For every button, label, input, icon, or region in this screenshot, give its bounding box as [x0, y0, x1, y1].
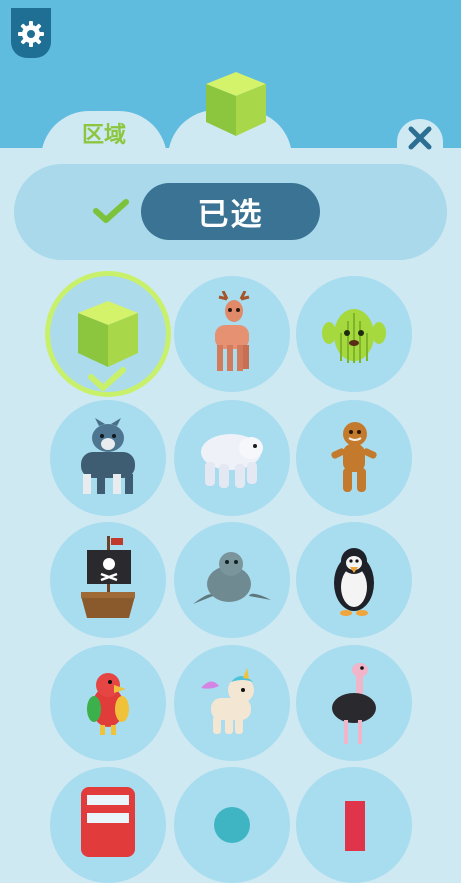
skin-item-bus[interactable]: [50, 767, 166, 883]
green-cube-icon: [206, 72, 266, 136]
wolf-icon: [81, 418, 135, 494]
skin-item-wolf[interactable]: [50, 400, 166, 516]
deer-icon: [215, 291, 250, 371]
polar-bear-icon: [201, 434, 263, 488]
skin-item-penguin[interactable]: [296, 522, 412, 638]
selected-check-icon: [88, 367, 126, 391]
red-bus-icon: [81, 787, 135, 857]
skin-item-cactus[interactable]: [296, 276, 412, 392]
tab-region-label: 区域: [81, 123, 126, 148]
skin-item-deer[interactable]: [174, 276, 290, 392]
seal-icon: [193, 552, 271, 604]
ostrich-icon: [332, 663, 376, 744]
red-block-icon: [345, 801, 365, 851]
skin-item-ostrich[interactable]: [296, 645, 412, 761]
skin-item-pirate-ship[interactable]: [50, 522, 166, 638]
penguin-icon: [334, 548, 374, 616]
skin-item-ball[interactable]: [174, 767, 290, 883]
checkmark-icon: [93, 199, 129, 223]
skin-item-gingerbread[interactable]: [296, 400, 412, 516]
unicorn-icon: [201, 668, 254, 734]
tab-region[interactable]: 区域: [41, 111, 167, 161]
gingerbread-man-icon: [331, 422, 377, 492]
settings-button[interactable]: [11, 8, 51, 58]
parrot-icon: [87, 673, 129, 735]
skin-item-parrot[interactable]: [50, 645, 166, 761]
close-button[interactable]: [397, 119, 443, 159]
selected-status-button[interactable]: 已选: [141, 183, 320, 240]
skin-item-polar-bear[interactable]: [174, 400, 290, 516]
skin-item-seal[interactable]: [174, 522, 290, 638]
green-cube-icon: [78, 301, 138, 367]
cactus-icon: [322, 309, 386, 363]
skin-item-unicorn[interactable]: [174, 645, 290, 761]
close-icon: [408, 126, 432, 150]
gear-icon: [18, 21, 44, 47]
pirate-ship-icon: [81, 536, 135, 618]
skin-item-block[interactable]: [296, 767, 412, 883]
teal-ball-icon: [214, 807, 250, 843]
